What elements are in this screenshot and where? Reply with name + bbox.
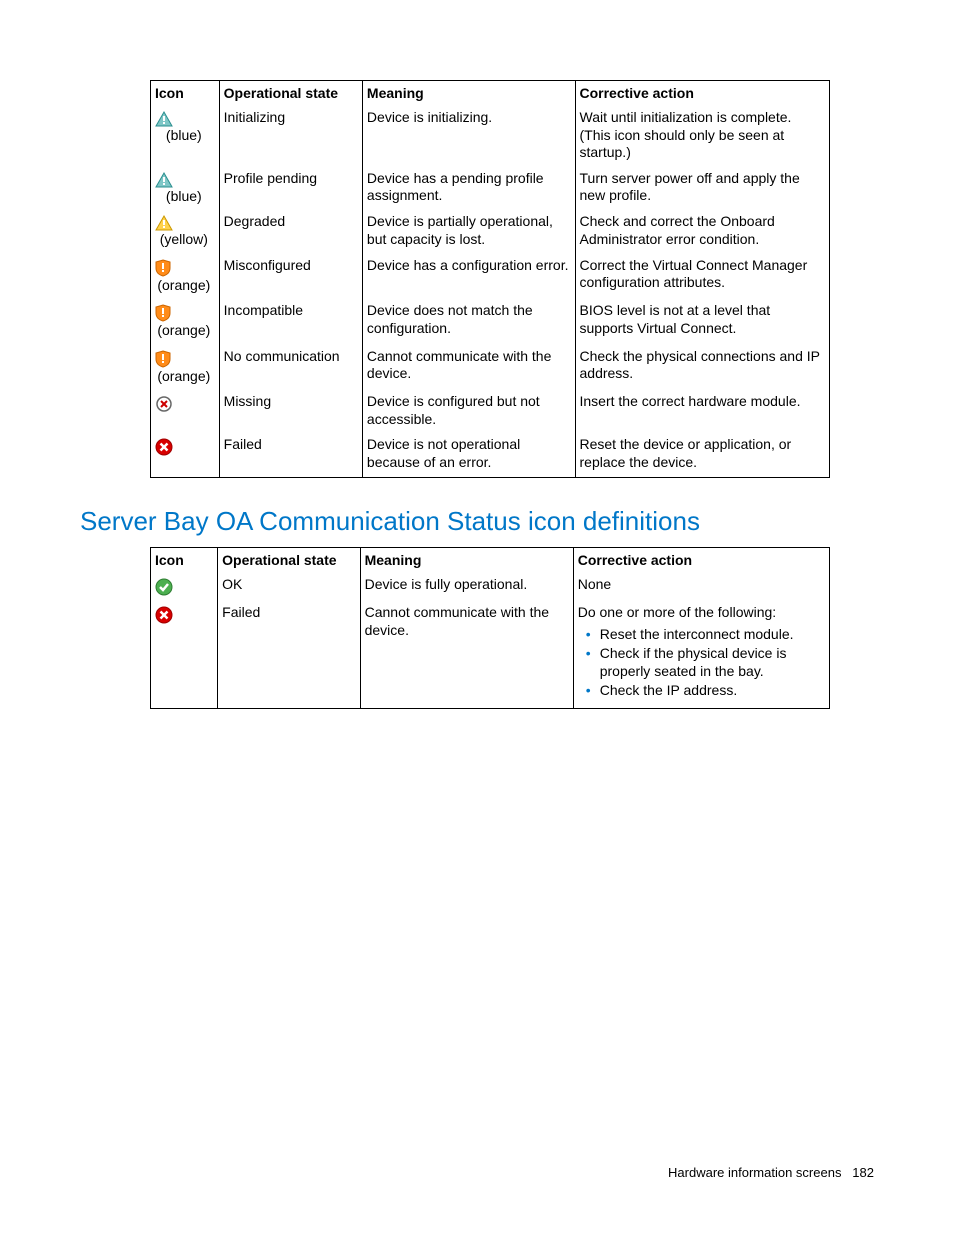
icon-color-label: (blue) <box>166 188 202 204</box>
action-cell: BIOS level is not at a level that suppor… <box>575 298 830 344</box>
meaning-cell: Device is partially operational, but cap… <box>362 209 575 253</box>
table-row: Failed Cannot communicate with the devic… <box>151 600 830 708</box>
action-cell: Insert the correct hardware module. <box>575 389 830 432</box>
action-cell: Check the physical connections and IP ad… <box>575 344 830 390</box>
th-state: Operational state <box>218 548 360 573</box>
table-row: (yellow) Degraded Device is partially op… <box>151 209 830 253</box>
table-row: (orange) No communication Cannot communi… <box>151 344 830 390</box>
th-action: Corrective action <box>573 548 829 573</box>
icon-color-label: (orange) <box>157 277 210 293</box>
action-cell: Correct the Virtual Connect Manager conf… <box>575 253 830 299</box>
circle-x-red-icon <box>155 438 213 456</box>
circle-x-red-icon <box>155 606 211 624</box>
action-intro: Do one or more of the following: <box>578 604 776 620</box>
shield-warning-orange-icon <box>155 304 213 322</box>
action-cell: Wait until initialization is complete. (… <box>575 105 830 166</box>
state-cell: Failed <box>218 600 360 708</box>
icon-color-label: (orange) <box>157 368 210 384</box>
action-cell: Do one or more of the following: Reset t… <box>573 600 829 708</box>
icon-definitions-table-2: Icon Operational state Meaning Correctiv… <box>150 547 830 709</box>
action-cell: None <box>573 572 829 600</box>
state-cell: Missing <box>219 389 362 432</box>
table-row: (blue) Profile pending Device has a pend… <box>151 166 830 210</box>
meaning-cell: Cannot communicate with the device. <box>362 344 575 390</box>
list-item: Check if the physical device is properly… <box>600 645 823 680</box>
circle-x-outline-icon <box>155 395 213 413</box>
th-meaning: Meaning <box>360 548 573 573</box>
meaning-cell: Cannot communicate with the device. <box>360 600 573 708</box>
th-meaning: Meaning <box>362 81 575 106</box>
meaning-cell: Device does not match the configuration. <box>362 298 575 344</box>
list-item: Check the IP address. <box>600 682 823 700</box>
state-cell: Incompatible <box>219 298 362 344</box>
state-cell: No communication <box>219 344 362 390</box>
action-cell: Turn server power off and apply the new … <box>575 166 830 210</box>
state-cell: Degraded <box>219 209 362 253</box>
section-heading: Server Bay OA Communication Status icon … <box>80 506 874 537</box>
action-cell: Reset the device or application, or repl… <box>575 432 830 478</box>
icon-color-label: (yellow) <box>160 231 208 247</box>
state-cell: Failed <box>219 432 362 478</box>
table-row: Missing Device is configured but not acc… <box>151 389 830 432</box>
state-cell: Initializing <box>219 105 362 166</box>
meaning-cell: Device is initializing. <box>362 105 575 166</box>
state-cell: Misconfigured <box>219 253 362 299</box>
table-row: (orange) Misconfigured Device has a conf… <box>151 253 830 299</box>
meaning-cell: Device is configured but not accessible. <box>362 389 575 432</box>
circle-check-green-icon <box>155 578 211 596</box>
table-row: (blue) Initializing Device is initializi… <box>151 105 830 166</box>
action-cell: Check and correct the Onboard Administra… <box>575 209 830 253</box>
meaning-cell: Device is not operational because of an … <box>362 432 575 478</box>
footer-section: Hardware information screens <box>668 1165 841 1180</box>
triangle-warning-blue-icon <box>155 172 213 188</box>
shield-warning-orange-icon <box>155 350 213 368</box>
table-row: Failed Device is not operational because… <box>151 432 830 478</box>
th-icon: Icon <box>151 548 218 573</box>
triangle-warning-blue-icon <box>155 111 213 127</box>
page-footer: Hardware information screens 182 <box>668 1165 874 1180</box>
table-row: OK Device is fully operational. None <box>151 572 830 600</box>
meaning-cell: Device has a pending profile assignment. <box>362 166 575 210</box>
triangle-warning-yellow-icon <box>155 215 213 231</box>
icon-definitions-table-1: Icon Operational state Meaning Correctiv… <box>150 80 830 478</box>
th-icon: Icon <box>151 81 220 106</box>
state-cell: OK <box>218 572 360 600</box>
action-list: Reset the interconnect module. Check if … <box>578 626 823 700</box>
footer-page-number: 182 <box>852 1165 874 1180</box>
shield-warning-orange-icon <box>155 259 213 277</box>
icon-color-label: (blue) <box>166 127 202 143</box>
th-action: Corrective action <box>575 81 830 106</box>
icon-color-label: (orange) <box>157 322 210 338</box>
meaning-cell: Device is fully operational. <box>360 572 573 600</box>
state-cell: Profile pending <box>219 166 362 210</box>
list-item: Reset the interconnect module. <box>600 626 823 644</box>
th-state: Operational state <box>219 81 362 106</box>
table-row: (orange) Incompatible Device does not ma… <box>151 298 830 344</box>
meaning-cell: Device has a configuration error. <box>362 253 575 299</box>
